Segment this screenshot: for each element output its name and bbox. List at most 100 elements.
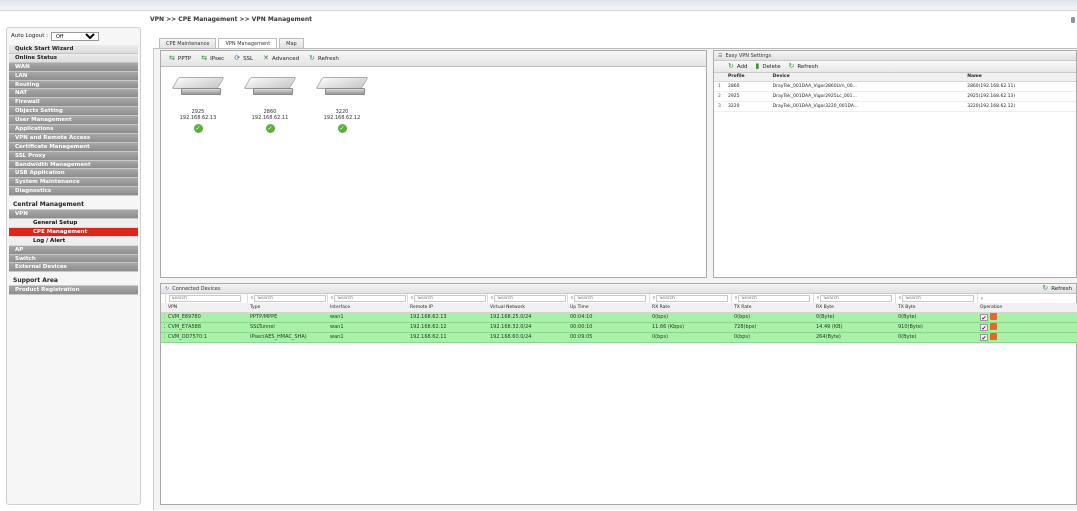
tab-map[interactable]: Map xyxy=(279,38,304,48)
virtual-cell: 192.168.32.0/24 xyxy=(487,322,567,333)
table-row[interactable]: 3 3220 DrayTek_001DAA_Vigor3220_001DA... 32… xyxy=(714,101,1076,112)
ipsec-button[interactable]: ⇆ IPsec xyxy=(201,55,224,62)
device-cell: DrayTek_001DAA_Vigor3220_001DA... xyxy=(768,101,964,112)
delete-icon[interactable] xyxy=(990,312,997,320)
sidebar-item-product-registration[interactable]: Product Registration xyxy=(9,286,138,296)
check-icon[interactable]: ✔ xyxy=(980,313,988,321)
filter-icon[interactable]: ⚲ xyxy=(251,295,254,300)
search-cell: ⚲ xyxy=(813,294,896,303)
filter-icon[interactable]: ⚲ xyxy=(653,295,656,300)
vpn-cell: CVM_DD7570:1 xyxy=(165,332,247,343)
sidebar-item-vpn-and-remote-access[interactable]: VPN and Remote Access xyxy=(9,133,138,143)
device-3220[interactable]: 3220 192.168.62.12 ✓ xyxy=(311,75,373,133)
advanced-button[interactable]: ✕ Advanced xyxy=(263,55,299,62)
column-header[interactable]: Virtual Network xyxy=(487,303,567,313)
refresh-icon: ↻ xyxy=(1042,284,1049,292)
column-header[interactable]: Interface xyxy=(327,303,407,313)
sidebar-item-online-status[interactable]: Online Status xyxy=(9,53,138,63)
sidebar-item-ssl-proxy[interactable]: SSL Proxy xyxy=(9,151,138,161)
device-2925[interactable]: 2925 192.168.62.13 ✓ xyxy=(167,75,229,133)
refresh-button[interactable]: ↻ Refresh xyxy=(309,55,339,62)
sidebar-item-wan[interactable]: WAN xyxy=(9,62,138,72)
tab-vpn-management[interactable]: VPN Management xyxy=(218,38,278,48)
column-search-input[interactable] xyxy=(334,295,406,302)
filter-icon[interactable]: ⚲ xyxy=(411,295,414,300)
col-device[interactable]: Device xyxy=(768,73,964,82)
sidebar-item-general-setup[interactable]: General Setup xyxy=(9,219,138,228)
sidebar-item-diagnostics[interactable]: Diagnostics xyxy=(9,187,138,197)
filter-icon[interactable]: ⚲ xyxy=(491,295,494,300)
sidebar-item-log-alert[interactable]: Log / Alert xyxy=(9,236,138,246)
filter-icon[interactable]: ⚲ xyxy=(899,295,902,300)
remote-cell: 192.168.62.11 xyxy=(407,332,487,343)
table-row[interactable]: 1CVM_E89780PPTP/MPPEwan1192.168.62.13192… xyxy=(161,312,1077,323)
filter-icon[interactable]: ⚲ xyxy=(735,295,738,300)
column-header[interactable]: Type xyxy=(247,303,327,313)
column-header[interactable]: TX Byte xyxy=(895,303,977,313)
sidebar-item-applications[interactable]: Applications xyxy=(9,125,138,134)
column-header[interactable]: TX Rate xyxy=(731,303,813,313)
sidebar-item-switch[interactable]: Switch xyxy=(9,254,138,264)
device-ip: 192.168.62.13 xyxy=(179,115,217,121)
filter-icon[interactable]: ⚲ xyxy=(331,295,334,300)
column-search-input[interactable] xyxy=(902,295,975,302)
column-header[interactable]: RX Rate xyxy=(649,303,731,313)
sidebar-item-system-maintenance[interactable]: System Maintenance xyxy=(9,178,138,188)
sidebar-item-vpn[interactable]: VPN xyxy=(9,210,138,220)
column-search-input[interactable] xyxy=(820,295,893,302)
refresh-icon: ↻ xyxy=(165,285,170,292)
table-row[interactable]: 1 2860 DrayTek_001DAA_Vigor2860LVn_00... 28… xyxy=(714,81,1076,92)
column-header[interactable]: Operation xyxy=(977,303,1077,313)
check-icon[interactable]: ✔ xyxy=(980,333,988,341)
column-header[interactable]: RX Byte xyxy=(813,303,895,313)
delete-icon[interactable] xyxy=(990,322,997,330)
column-search-input[interactable] xyxy=(414,295,486,302)
filter-icon[interactable]: ⚲ xyxy=(981,296,984,301)
ssl-button[interactable]: ⟳ SSL xyxy=(234,55,253,62)
connected-refresh-button[interactable]: ↻ Refresh xyxy=(1042,284,1072,294)
sidebar-item-cpe-management[interactable]: CPE Management xyxy=(9,227,138,237)
table-row[interactable]: 3CVM_DD7570:1IPsec(AES_HMAC_SHA)wan1192.… xyxy=(161,332,1077,343)
sidebar-item-quick-start-wizard[interactable]: Quick Start Wizard xyxy=(9,45,138,54)
search-cell: ⚲ xyxy=(895,294,978,303)
sidebar-item-nat[interactable]: NAT xyxy=(9,89,138,99)
sidebar-item-firewall[interactable]: Firewall xyxy=(9,98,138,108)
filter-icon[interactable]: ⚲ xyxy=(571,295,574,300)
column-search-input[interactable] xyxy=(656,295,729,302)
sidebar-item-ap[interactable]: AP xyxy=(9,245,138,255)
sidebar-item-certificate-management[interactable]: Certificate Management xyxy=(9,142,138,152)
col-profile[interactable]: Profile xyxy=(724,73,769,82)
check-icon[interactable]: ✔ xyxy=(980,323,988,331)
sidebar-item-user-management[interactable]: User Management xyxy=(9,116,138,126)
delete-icon[interactable] xyxy=(990,332,997,340)
table-row[interactable]: 2CVM_E7A588SSLTunnelwan1192.168.62.12192… xyxy=(161,322,1077,333)
column-search-input[interactable] xyxy=(168,295,241,302)
connected-refresh-label: Refresh xyxy=(1051,285,1072,292)
table-row[interactable]: 2 2925 DrayTek_001DAA_Vigor2925Lc_001... 29… xyxy=(714,91,1076,102)
delete-button[interactable]: ▮ Delete xyxy=(756,63,781,70)
column-header[interactable]: Remote IP xyxy=(407,303,487,313)
column-search-input[interactable] xyxy=(574,295,647,302)
device-2860[interactable]: 2860 192.168.62.11 ✓ xyxy=(239,75,301,133)
sidebar-item-usb-application[interactable]: USB Application xyxy=(9,169,138,179)
tab-cpe-maintenance[interactable]: CPE Maintenance xyxy=(159,38,217,48)
column-search-input[interactable] xyxy=(738,295,811,302)
tx-byte-cell: 0(Byte) xyxy=(895,312,977,323)
pptp-button[interactable]: ⇆ PPTP xyxy=(169,55,191,62)
add-button[interactable]: ↻ Add xyxy=(728,63,748,70)
type-cell: PPTP/MPPE xyxy=(247,312,327,323)
column-header[interactable]: Up Time xyxy=(567,303,649,313)
column-search-input[interactable] xyxy=(254,295,326,302)
column-header[interactable]: VPN xyxy=(165,303,247,313)
sidebar-item-lan[interactable]: LAN xyxy=(9,71,138,81)
column-search-input[interactable] xyxy=(494,295,566,302)
filter-icon[interactable]: ⚲ xyxy=(817,295,820,300)
sidebar-item-routing[interactable]: Routing xyxy=(9,80,138,90)
col-name[interactable]: Name xyxy=(963,73,1076,82)
sidebar-item-objects-setting[interactable]: Objects Setting xyxy=(9,107,138,117)
sidebar-item-bandwidth-management[interactable]: Bandwidth Management xyxy=(9,160,138,170)
sidebar-item-external-devices[interactable]: External Devices xyxy=(9,263,138,273)
easy-refresh-button[interactable]: ↻ Refresh xyxy=(788,63,818,70)
auto-logout-select[interactable]: Off xyxy=(50,31,99,41)
rx-byte-cell: 0(Byte) xyxy=(813,312,895,323)
